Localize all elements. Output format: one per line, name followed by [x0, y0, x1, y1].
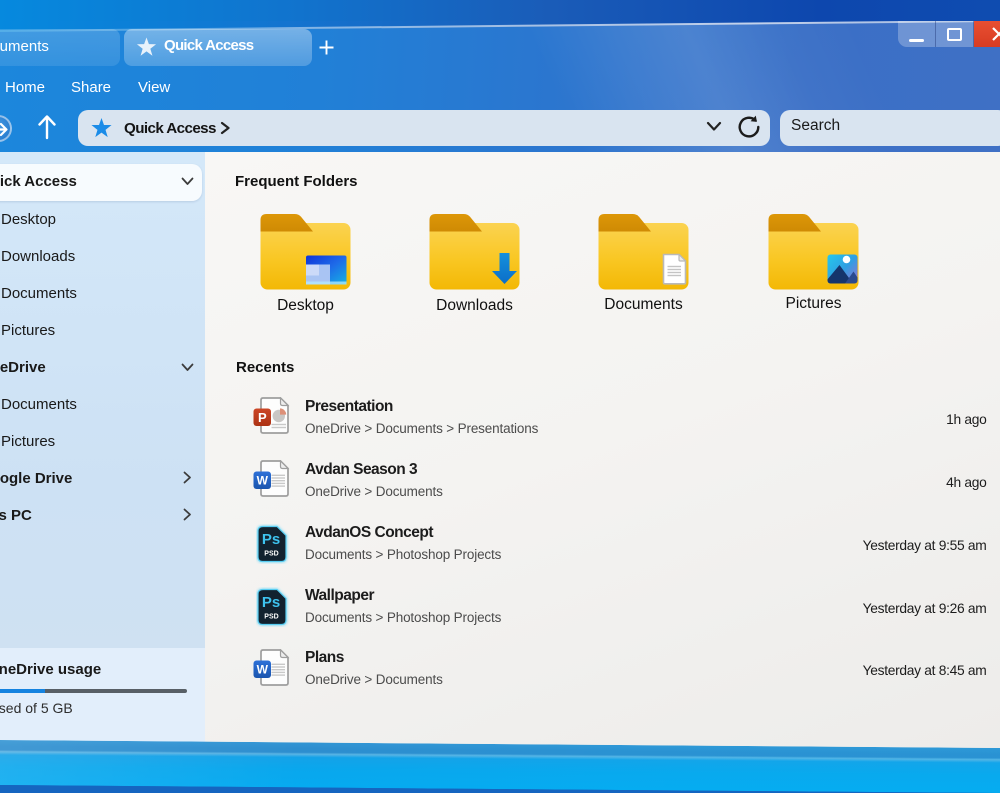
svg-text:PSD: PSD: [264, 614, 278, 621]
svg-text:W: W: [257, 663, 269, 677]
svg-text:Ps: Ps: [262, 594, 280, 611]
svg-text:P: P: [258, 410, 267, 425]
svg-text:Ps: Ps: [262, 531, 280, 548]
svg-text:W: W: [257, 474, 269, 488]
svg-text:PSD: PSD: [264, 551, 278, 558]
